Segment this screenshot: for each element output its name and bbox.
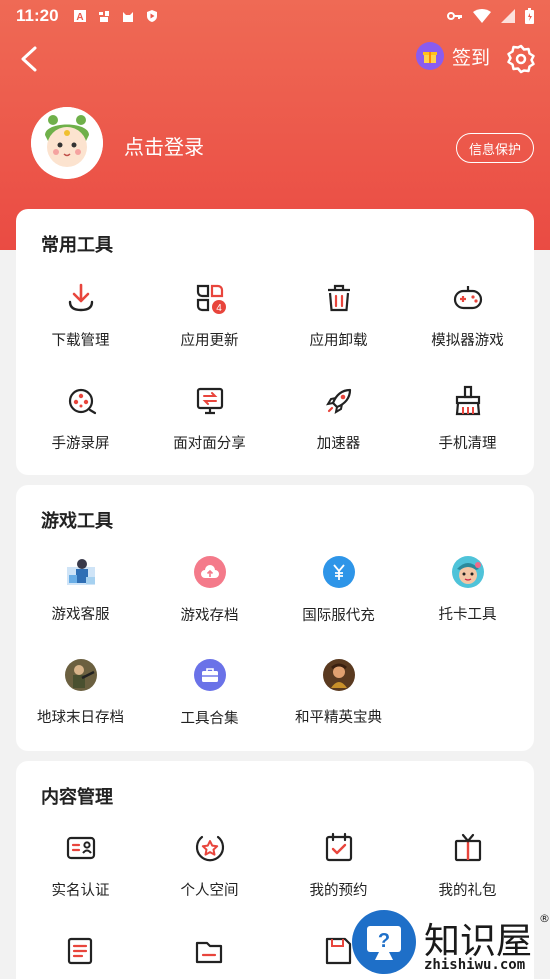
settings-gear-icon[interactable] [505, 43, 537, 75]
gift-icon [416, 42, 444, 70]
shield-icon [146, 10, 157, 22]
tool-label: 游戏客服 [51, 607, 110, 623]
battery-icon [525, 8, 534, 24]
cloud-upload-icon [193, 556, 226, 588]
svg-text:A: A [76, 12, 83, 23]
tool-label: 加速器 [316, 436, 361, 452]
tool-intl-recharge[interactable]: 国际服代充 [274, 555, 403, 625]
star-badge-icon [195, 835, 224, 862]
signin-button[interactable]: 签到 [416, 42, 490, 70]
pubg-character-icon [322, 659, 355, 691]
common-tools-card: 常用工具 下载管理 4 应用更新 应用卸载 模拟器游戏 手游录屏 面对面分享 加… [16, 209, 534, 475]
tool-game-recording[interactable]: 手游录屏 [16, 384, 145, 453]
tool-label: 游戏存档 [180, 608, 239, 624]
tool-label: 地球末日存档 [37, 710, 124, 726]
a-box-icon: A [73, 10, 86, 23]
section-title: 游戏工具 [41, 511, 113, 532]
watermark-logo: ? 知识屋 ® zhishiwu.com [352, 910, 550, 979]
download-icon [68, 283, 93, 312]
calendar-check-icon [325, 832, 352, 862]
yuan-icon [322, 556, 355, 588]
tool-label: 和平精英宝典 [295, 710, 382, 726]
gamepad-icon [453, 286, 482, 310]
toolbox-icon [193, 659, 226, 691]
signin-label: 签到 [452, 46, 491, 69]
tool-accelerator[interactable]: 加速器 [274, 384, 403, 453]
tool-download-manager[interactable]: 下载管理 [16, 281, 145, 350]
tool-face-to-face-share[interactable]: 面对面分享 [145, 384, 274, 453]
tool-game-save[interactable]: 游戏存档 [145, 555, 274, 625]
id-card-icon [66, 836, 95, 860]
rocket-icon [325, 388, 351, 415]
tool-peace-elite-guide[interactable]: 和平精英宝典 [274, 658, 403, 727]
update-badge: 4 [216, 303, 222, 314]
section-title: 常用工具 [41, 235, 113, 256]
back-button[interactable] [16, 42, 46, 76]
app-update-icon: 4 [196, 284, 226, 314]
tool-personal-space[interactable]: 个人空间 [145, 831, 274, 900]
status-bar: 11:20 A [0, 0, 550, 32]
trash-icon [327, 284, 350, 312]
watermark-registered: ® [539, 912, 550, 925]
key-icon [447, 12, 462, 20]
tool-collection[interactable]: 工具合集 [145, 658, 274, 728]
tool-label: 托卡工具 [438, 607, 497, 623]
tool-phone-cleaner[interactable]: 手机清理 [403, 384, 532, 453]
tool-app-uninstall[interactable]: 应用卸载 [274, 281, 403, 350]
tool-doomsday-save[interactable]: 地球末日存档 [16, 658, 145, 727]
wifi-icon [473, 9, 491, 23]
tool-label: 下载管理 [51, 333, 110, 349]
help-monitor-icon: ? [352, 910, 416, 974]
toca-character-icon [451, 556, 484, 588]
tool-label: 我的预约 [309, 883, 368, 899]
tool-app-update[interactable]: 4 应用更新 [145, 281, 274, 350]
tool-label: 工具合集 [180, 711, 239, 727]
signal-icon [501, 9, 515, 23]
film-reel-icon [68, 388, 96, 415]
tool-label: 个人空间 [180, 883, 239, 899]
tool-toca-tools[interactable]: 托卡工具 [403, 555, 532, 624]
section-title: 内容管理 [41, 787, 113, 808]
status-time: 11:20 [16, 6, 59, 25]
tool-label: 实名认证 [51, 883, 110, 899]
broom-icon [455, 385, 480, 416]
login-link[interactable]: 点击登录 [124, 131, 204, 160]
tool-game-customer-service[interactable]: 游戏客服 [16, 555, 145, 624]
tool-my-reservations[interactable]: 我的预约 [274, 831, 403, 900]
folder-icon[interactable] [192, 934, 226, 968]
cat-icon [122, 12, 133, 22]
save-disk-icon[interactable] [321, 934, 355, 968]
tool-label: 手机清理 [438, 436, 497, 452]
soldier-game-icon [64, 659, 97, 691]
tool-my-gift-packs[interactable]: 我的礼包 [403, 831, 532, 900]
tool-label: 手游录屏 [51, 436, 110, 452]
tool-label: 模拟器游戏 [431, 333, 504, 349]
privacy-protection-button[interactable]: 信息保护 [456, 133, 534, 163]
tool-label: 面对面分享 [173, 436, 246, 452]
document-list-icon[interactable] [63, 934, 97, 968]
gift-box-icon [454, 833, 481, 862]
customer-service-icon [66, 559, 95, 585]
watermark-subtitle: zhishiwu.com [424, 957, 526, 973]
tool-label: 应用卸载 [309, 333, 368, 349]
svg-text:?: ? [378, 930, 390, 952]
tool-label: 国际服代充 [302, 608, 375, 624]
transfer-icon [196, 387, 223, 415]
game-tools-card: 游戏工具 游戏客服 游戏存档 国际服代充 托卡工具 地球末日存档 工具合集 和平… [16, 485, 534, 751]
user-avatar[interactable] [31, 107, 103, 179]
tool-label: 应用更新 [180, 333, 239, 349]
tool-label: 我的礼包 [438, 883, 497, 899]
tool-real-name-auth[interactable]: 实名认证 [16, 831, 145, 900]
bug-icon [98, 11, 109, 22]
tool-emulator-games[interactable]: 模拟器游戏 [403, 281, 532, 350]
